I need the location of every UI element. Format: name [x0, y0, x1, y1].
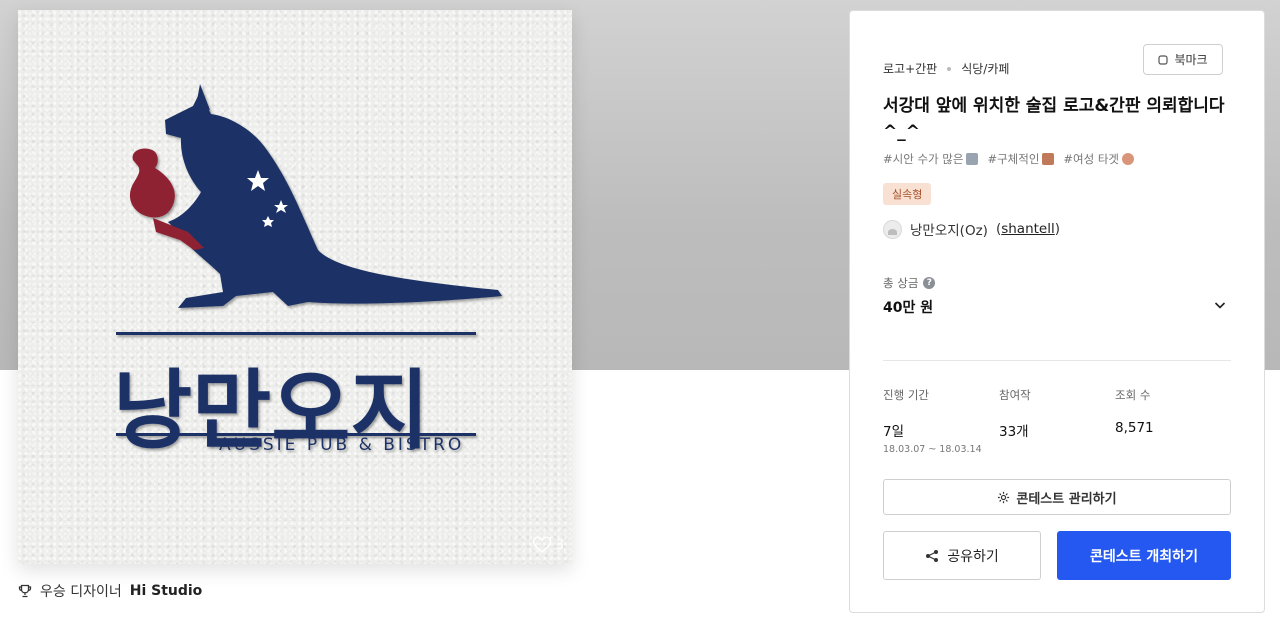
- share-button[interactable]: 공유하기: [883, 531, 1041, 580]
- tag-item[interactable]: #여성 타겟: [1063, 151, 1135, 167]
- host-id[interactable]: (shantell): [996, 221, 1060, 237]
- stat-views: 조회 수 8,571: [1115, 388, 1154, 436]
- bookmark-button[interactable]: 북마크: [1143, 44, 1223, 75]
- tag-list: #시안 수가 많은 #구체적인 #여성 타겟: [883, 151, 1135, 167]
- bookmark-icon: [1158, 54, 1169, 65]
- tag-item[interactable]: #시안 수가 많은: [883, 151, 979, 167]
- female-target-emoji-icon: [1122, 153, 1135, 165]
- stat-duration: 진행 기간 7일 18.03.07 ~ 18.03.14: [883, 388, 982, 455]
- open-contest-button[interactable]: 콘테스트 개최하기: [1057, 531, 1231, 580]
- tag-item[interactable]: #구체적인: [987, 151, 1055, 167]
- winner-name[interactable]: Hi Studio: [130, 583, 203, 599]
- many-drafts-emoji-icon: [966, 153, 979, 165]
- breadcrumb-separator: [947, 66, 952, 71]
- contest-grade-badge: 실속형: [883, 183, 932, 205]
- stat-entries: 참여작 33개: [999, 388, 1031, 440]
- avatar: [883, 219, 902, 239]
- share-icon: [926, 549, 939, 562]
- winner-label: 우승 디자이너: [40, 584, 122, 600]
- contest-info-panel: 로고+간판 식당/카페 북마크 서강대 앞에 위치한 술집 로고&간판 의뢰합니…: [849, 10, 1265, 613]
- contest-preview-image[interactable]: 낭만오지 AUSSIE PUB & BISTRO 3: [18, 10, 572, 564]
- manage-contest-label: 콘테스트 관리하기: [1016, 491, 1117, 507]
- trophy-icon: [18, 584, 32, 598]
- breadcrumb-subcategory[interactable]: 식당/카페: [961, 60, 1009, 77]
- manage-contest-button[interactable]: 콘테스트 관리하기: [883, 479, 1231, 515]
- like-count: 3: [555, 537, 564, 553]
- bookmark-label: 북마크: [1174, 53, 1208, 67]
- breadcrumb-category[interactable]: 로고+간판: [883, 60, 937, 77]
- help-icon[interactable]: ?: [923, 277, 936, 289]
- like-counter[interactable]: 3: [532, 536, 564, 554]
- share-label: 공유하기: [947, 548, 999, 565]
- contest-title: 서강대 앞에 위치한 술집 로고&간판 의뢰합니다 ^_^: [883, 96, 1225, 142]
- logo-tagline: AUSSIE PUB & BISTRO: [219, 435, 464, 455]
- pub-logo-image: 낭만오지 AUSSIE PUB & BISTRO: [113, 84, 502, 461]
- breadcrumb: 로고+간판 식당/카페: [883, 60, 1009, 77]
- heart-icon: [532, 536, 551, 553]
- contest-stats: 진행 기간 7일 18.03.07 ~ 18.03.14 참여작 33개 조회 …: [883, 387, 1233, 455]
- specific-emoji-icon: [1042, 153, 1055, 165]
- contest-host[interactable]: 낭만오지(Oz) (shantell): [883, 219, 1060, 239]
- prize-label: 총 상금 ?: [883, 275, 936, 291]
- divider: [883, 360, 1231, 361]
- prize-value: 40만 원: [883, 300, 934, 316]
- chevron-down-icon[interactable]: [1212, 297, 1228, 313]
- winner-designer: 우승 디자이너 Hi Studio: [18, 581, 202, 601]
- host-name: 낭만오지(Oz): [910, 223, 988, 239]
- gear-icon: [998, 491, 1010, 503]
